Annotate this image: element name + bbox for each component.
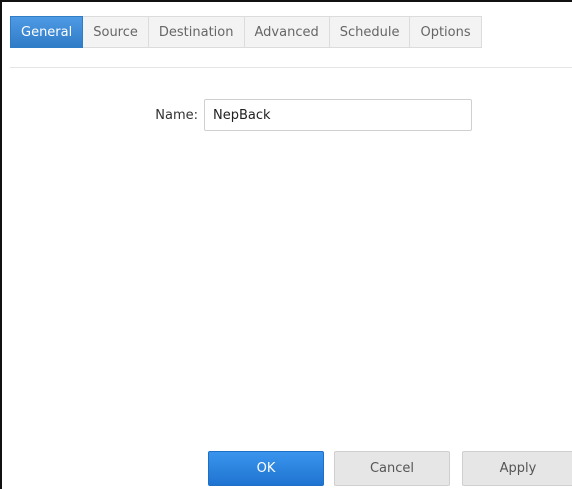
ok-button[interactable]: OK <box>208 451 324 486</box>
dialog-window: General Source Destination Advanced Sche… <box>0 0 572 489</box>
tab-destination[interactable]: Destination <box>148 16 245 48</box>
tab-general[interactable]: General <box>10 16 84 48</box>
tab-divider <box>10 67 572 68</box>
tab-bar: General Source Destination Advanced Sche… <box>10 16 482 48</box>
tab-source[interactable]: Source <box>83 16 149 48</box>
tab-advanced[interactable]: Advanced <box>244 16 330 48</box>
cancel-button[interactable]: Cancel <box>334 451 450 486</box>
tab-options[interactable]: Options <box>410 16 482 48</box>
tab-schedule[interactable]: Schedule <box>329 16 411 48</box>
name-label: Name: <box>155 107 198 123</box>
name-input[interactable] <box>204 99 472 131</box>
apply-button[interactable]: Apply <box>462 451 572 486</box>
name-field-row: Name: <box>142 99 472 131</box>
